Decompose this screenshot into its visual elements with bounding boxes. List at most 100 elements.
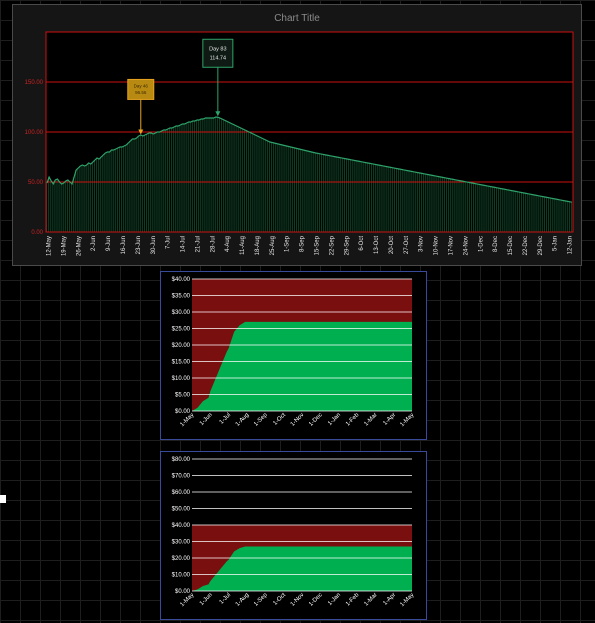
data-bar [102,155,104,232]
annotation-label: Day 83 [209,46,226,52]
data-bar [404,170,406,232]
data-bar [431,175,433,232]
data-bar [448,178,450,232]
y-tick-label: $20.00 [172,343,191,349]
data-bar [277,144,279,232]
data-bar [358,161,360,232]
data-bar [314,153,316,232]
x-tick-label: 1-Jun [199,592,214,607]
data-bar [335,157,337,232]
x-tick-label: 18-Aug [255,236,261,255]
x-tick-label: 1-Jul [219,592,232,605]
y-tick-label: $15.00 [172,360,191,366]
data-bar [377,165,379,232]
annotation-value: 114.74 [210,55,226,61]
data-bar [398,169,400,232]
x-tick-label: 1-Apr [382,592,397,607]
data-bar [66,180,68,232]
x-tick-label: 1-Dec [308,412,324,428]
data-bar [268,142,271,232]
data-bar [325,155,327,232]
data-bar [489,186,491,232]
data-bar [427,174,429,232]
data-bar [562,200,564,232]
data-bar [460,181,462,232]
x-tick-label: 1-May [399,592,415,608]
data-bar [279,144,281,232]
data-bar [93,160,96,232]
x-tick-label: 28-Jul [210,236,216,252]
x-tick-label: 1-Jan [327,412,342,427]
data-bar [258,137,260,232]
x-tick-label: 3-Nov [419,236,425,252]
data-bar [131,139,133,232]
data-bar [354,160,356,232]
y-tick-label: $10.00 [172,573,191,579]
data-bar [379,165,381,232]
data-bar [118,147,121,232]
data-bar [479,184,481,232]
x-tick-label: 27-Oct [404,236,410,254]
x-tick-label: 1-Nov [290,412,306,428]
data-bar [495,187,498,232]
data-bar [298,149,300,232]
data-bar [381,165,383,232]
x-tick-label: 1-Oct [272,592,287,607]
data-bar [498,188,500,232]
cumulative-chart-40: $0.00 $5.00 $10.00 $15.00 $20.00 $25.00 $30.00… [160,271,427,440]
data-bar [116,148,118,232]
data-bar [529,194,531,232]
data-bar [191,121,193,232]
x-tick-label: 1-Dec [478,236,484,252]
x-tick-label: 12-Jan [568,236,574,254]
data-bar [470,183,473,232]
data-bar [179,125,181,232]
data-bar [339,157,341,232]
data-bar [235,126,237,232]
data-bar [423,173,425,232]
data-bar [383,166,385,232]
data-bar [566,201,568,232]
data-bar [331,156,333,232]
x-tick-label: 16-Jun [121,236,127,254]
data-bar [425,174,427,232]
x-tick-label: 15-Sep [315,235,321,255]
data-bar [106,152,108,232]
x-tick-label: 29-Sep [344,235,350,255]
x-tick-label: 19-May [61,236,67,256]
data-bar [518,192,520,232]
data-bar [162,130,164,232]
x-tick-label: 1-Apr [382,412,397,427]
data-bar [408,171,410,232]
data-bar [333,156,335,232]
data-bar [468,182,470,232]
data-bar [195,120,198,232]
data-bar [108,152,110,232]
data-bar [129,141,131,232]
data-bar [264,140,266,232]
data-bar [545,197,548,232]
data-bar [435,176,437,232]
data-bar [56,179,58,232]
x-tick-label: 1-Feb [345,412,361,428]
data-bar [291,147,293,232]
data-bar [73,177,75,232]
data-bar [198,120,200,232]
data-bar [229,123,231,232]
y-tick-label: $25.00 [172,327,191,333]
data-bar [137,136,139,232]
data-bar [506,189,508,232]
data-bar [550,198,552,232]
x-tick-label: 1-May [399,412,415,428]
x-tick-label: 29-Dec [538,236,544,255]
data-bar [223,120,225,232]
data-bar [210,118,212,232]
data-bar [50,181,52,232]
y-tick-label: $10.00 [172,376,191,382]
x-tick-label: 30-Jun [151,236,157,254]
data-bar [456,180,458,232]
cumulative-chart-80: $0.00 $10.00 $20.00 $30.00 $40.00 $50.00 $60.0… [160,451,427,620]
data-bar [477,184,479,232]
data-bar [393,168,396,232]
data-bar [104,153,106,232]
